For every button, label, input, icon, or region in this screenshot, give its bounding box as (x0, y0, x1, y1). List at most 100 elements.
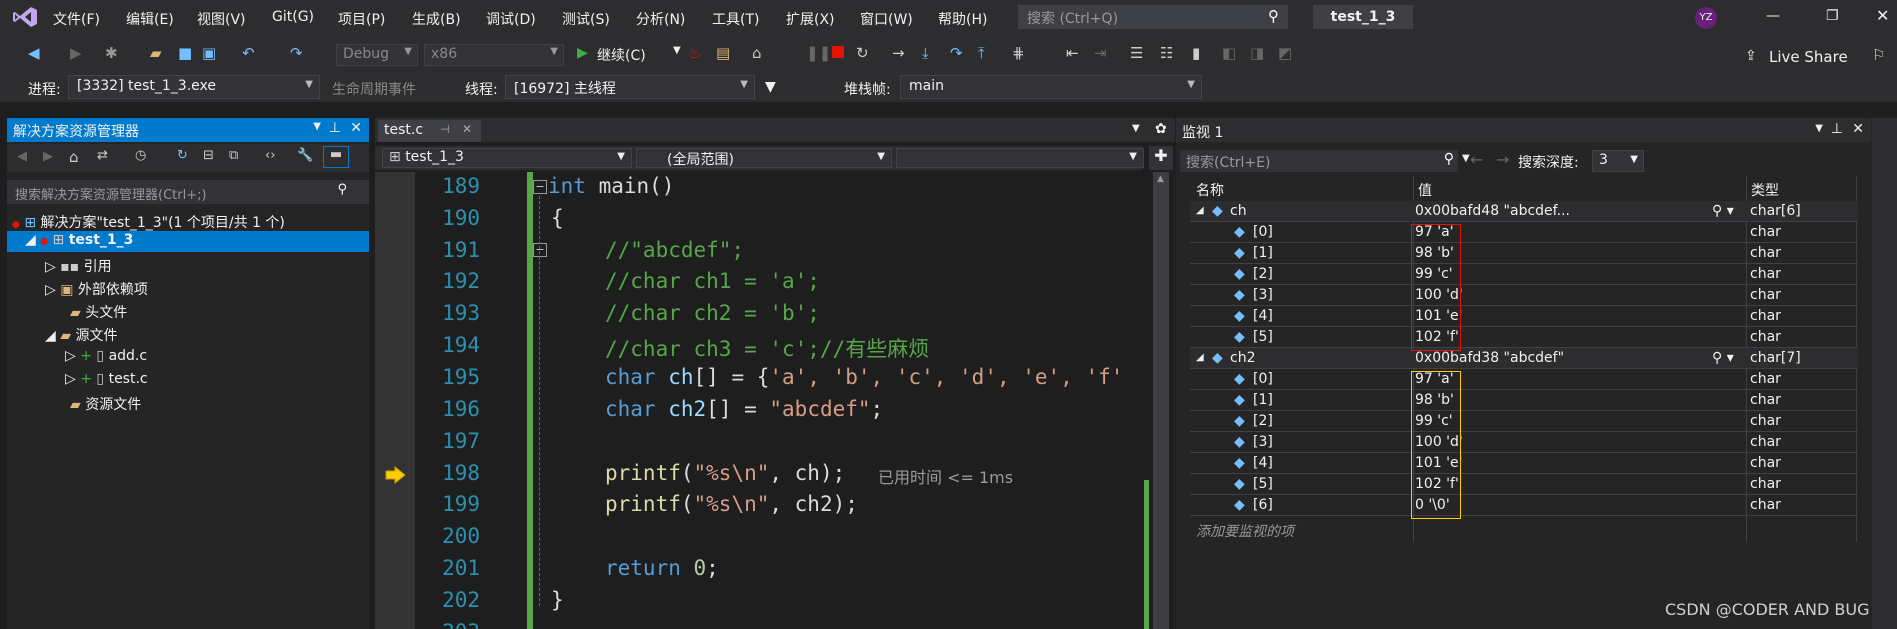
switch-views-icon[interactable]: ⇄ (97, 148, 108, 163)
show-next-statement-icon[interactable]: → (892, 44, 905, 62)
tree-add-c[interactable]: ▷ + ▯ add.c (65, 348, 147, 364)
watch-row[interactable]: ◆ [1] 98 'b' char (1190, 390, 1858, 411)
tree-header-files[interactable]: ▰ 头文件 (70, 302, 127, 322)
find-file-icon[interactable]: ▤ (716, 44, 730, 62)
properties-icon[interactable]: 🔧 (297, 148, 313, 163)
bookmark-icon[interactable]: ▮ (1192, 44, 1200, 62)
redo-icon[interactable]: ↷ (290, 44, 303, 62)
menu-test[interactable]: 测试(S) (562, 9, 610, 29)
menu-debug[interactable]: 调试(D) (486, 9, 536, 29)
menu-file[interactable]: 文件(F) (53, 9, 100, 29)
restart-icon[interactable]: ↻ (856, 44, 869, 62)
uncomment-icon[interactable]: ☷ (1160, 44, 1173, 62)
watch-row[interactable]: ◆ [3] 100 'd' char (1190, 432, 1858, 453)
pending-changes-icon[interactable]: ◷ (135, 148, 146, 163)
menu-git[interactable]: Git(G) (272, 9, 314, 25)
column-type[interactable]: 类型 (1751, 180, 1779, 200)
continue-button[interactable]: 继续(C) (597, 45, 646, 65)
back-icon[interactable]: ◀ (28, 44, 40, 62)
next-bookmark-icon[interactable]: ◨ (1250, 44, 1264, 62)
process-select[interactable]: [3332] test_1_3.exe ▼ (68, 75, 320, 99)
menu-build[interactable]: 生成(B) (412, 9, 461, 29)
close-icon[interactable]: ✕ (462, 122, 472, 136)
solution-search-input[interactable]: 搜索解决方案资源管理器(Ctrl+;) ⚲ (7, 180, 369, 204)
watch-row[interactable]: ◢ ◆ ch 0x00bafd48 "abcdef... ⚲ ▾ char[6] (1190, 201, 1858, 222)
chevron-down-icon[interactable]: ▼ (1462, 153, 1470, 164)
watch-row[interactable]: ◆ [0] 97 'a' char (1190, 222, 1858, 243)
add-watch-item[interactable]: 添加要监视的项 (1196, 521, 1294, 541)
menu-analyze[interactable]: 分析(N) (636, 9, 685, 29)
forward-icon[interactable]: ▶ (70, 44, 82, 62)
pin-icon[interactable]: ⊥ (1831, 121, 1843, 137)
minimize-icon[interactable]: — (1766, 8, 1780, 24)
browser-icon[interactable]: ⌂ (752, 44, 762, 62)
tree-source-files[interactable]: ◢ ▰ 源文件 (45, 325, 117, 345)
tree-external-deps[interactable]: ▷ ▣ 外部依赖项 (45, 279, 148, 299)
stack-frame-select[interactable]: main ▼ (900, 75, 1202, 99)
menu-window[interactable]: 窗口(W) (860, 9, 913, 29)
save-all-icon[interactable]: ▣ (202, 44, 216, 62)
watch-value[interactable]: 0x00bafd48 "abcdef... (1415, 203, 1570, 219)
new-project-icon[interactable]: ✱ (105, 44, 118, 62)
menu-view[interactable]: 视图(V) (197, 9, 246, 29)
pin-icon[interactable]: ⊥ (329, 120, 341, 136)
watch-row[interactable]: ◆ [6] 0 '\0' char (1190, 495, 1858, 516)
watch-row[interactable]: ◆ [0] 97 'a' char (1190, 369, 1858, 390)
step-over-icon[interactable]: ↷ (950, 44, 963, 62)
watch-value[interactable]: 0x00bafd38 "abcdef" (1415, 350, 1564, 366)
home-icon[interactable]: ⌂ (69, 148, 79, 166)
watch-row[interactable]: ◆ [4] 101 'e' char (1190, 306, 1858, 327)
save-icon[interactable]: ■ (178, 44, 192, 62)
watch-row[interactable]: ◆ [4] 101 'e' char (1190, 453, 1858, 474)
undo-icon[interactable]: ↶ (242, 44, 255, 62)
feedback-icon[interactable]: ⚐ (1872, 46, 1885, 64)
lifecycle-events[interactable]: 生命周期事件 (332, 79, 416, 99)
tree-references[interactable]: ▷ ▪▪ 引用 (45, 256, 112, 276)
split-editor-icon[interactable]: ✚ (1149, 146, 1173, 170)
configuration-select[interactable]: Debug ▼ (336, 44, 418, 66)
chevron-down-icon[interactable]: ▼ (1815, 123, 1823, 134)
collapse-icon[interactable]: − (533, 243, 547, 257)
settings-icon[interactable]: ✿ (1155, 121, 1167, 137)
tree-project[interactable]: ◢ ● ⊞ test_1_3 (7, 231, 369, 252)
threads-icon[interactable]: ⇤ (1066, 44, 1079, 62)
live-share-button[interactable]: Live Share (1769, 48, 1848, 66)
global-scope-select[interactable]: (全局范围) ▼ (636, 148, 892, 168)
watch-search-input[interactable]: 搜索(Ctrl+E) ⚲ (1180, 150, 1458, 172)
watch-row[interactable]: ◆ [5] 102 'f' char (1190, 327, 1858, 348)
menu-edit[interactable]: 编辑(E) (126, 9, 174, 29)
tree-resource-files[interactable]: ▰ 资源文件 (70, 394, 141, 414)
text-visualizer-icon[interactable]: ⚲ ▾ (1712, 350, 1734, 366)
refresh-icon[interactable]: ↻ (177, 148, 188, 163)
member-scope-select[interactable]: ▼ (896, 148, 1144, 168)
view-code-icon[interactable]: ‹› (265, 148, 275, 163)
expand-icon[interactable]: ◢ (1196, 352, 1204, 363)
show-all-files-icon[interactable]: ⧉ (229, 148, 238, 163)
thread-select[interactable]: [16972] 主线程 ▼ (505, 75, 755, 99)
collapse-all-icon[interactable]: ⊟ (203, 148, 214, 163)
watch-row[interactable]: ◆ [1] 98 'b' char (1190, 243, 1858, 264)
project-scope-select[interactable]: ⊞ test_1_3 ▼ (382, 148, 632, 168)
stop-icon[interactable] (832, 46, 844, 58)
column-value[interactable]: 值 (1418, 180, 1432, 200)
close-icon[interactable]: ✕ (1852, 121, 1864, 137)
step-into-icon[interactable]: ⤓ (922, 44, 929, 62)
preview-icon[interactable]: ▬ (323, 146, 349, 168)
forward-icon[interactable]: ▶ (43, 149, 53, 164)
column-name[interactable]: 名称 (1196, 180, 1224, 200)
tree-test-c[interactable]: ▷ + ▯ test.c (65, 371, 148, 387)
comment-icon[interactable]: ☰ (1130, 44, 1143, 62)
watch-row[interactable]: ◆ [2] 99 'c' char (1190, 411, 1858, 432)
tree-solution[interactable]: ● ⊞ 解决方案"test_1_3"(1 个项目/共 1 个) (12, 212, 285, 232)
watch-row[interactable]: ◆ [2] 99 'c' char (1190, 264, 1858, 285)
call-stack-icon[interactable]: ⇥ (1094, 44, 1107, 62)
step-out-icon[interactable]: ⤒ (978, 44, 985, 62)
open-file-icon[interactable]: ▰ (150, 44, 162, 62)
global-search-input[interactable]: 搜索 (Ctrl+Q) ⚲ (1018, 5, 1288, 29)
chevron-down-icon[interactable]: ▼ (313, 121, 321, 132)
visual-studio-logo-icon[interactable] (12, 6, 38, 28)
restore-icon[interactable]: ❐ (1826, 8, 1839, 24)
text-visualizer-icon[interactable]: ⚲ ▾ (1712, 203, 1734, 219)
menu-help[interactable]: 帮助(H) (938, 9, 987, 29)
scroll-up-icon[interactable]: ▲ (1157, 174, 1164, 184)
